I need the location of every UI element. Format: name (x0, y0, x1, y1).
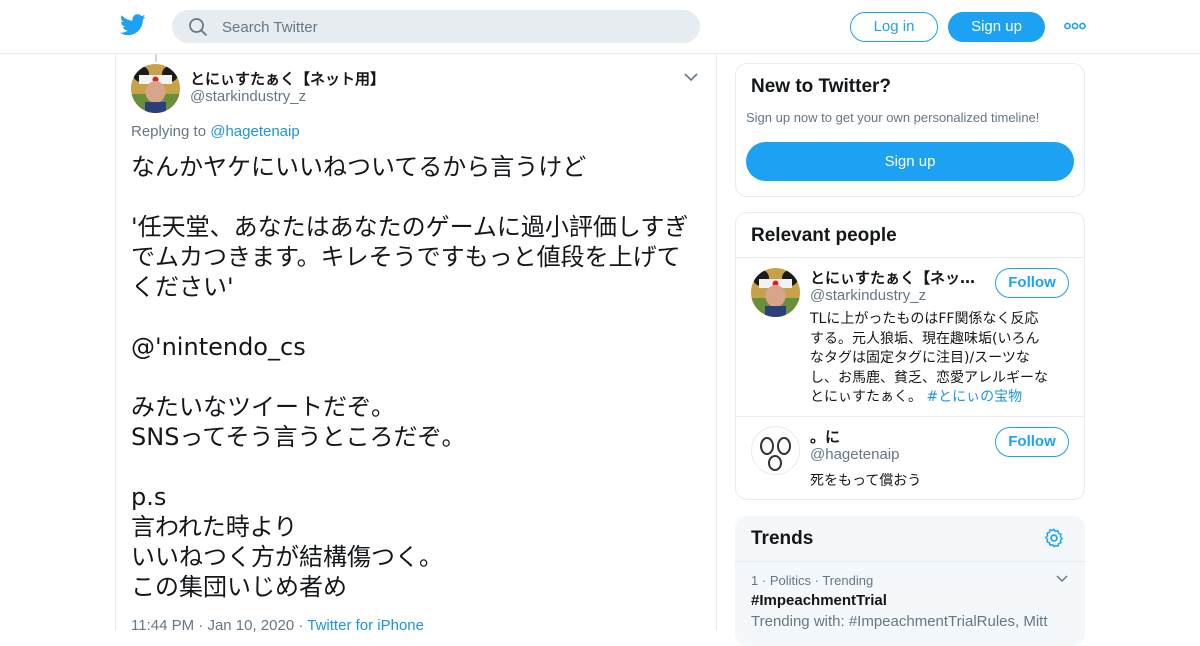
person-bio: TLに上がったものはFF関係なく反応 する。元人狼垢、現在趣味垢(いろん なタグ… (810, 310, 1072, 408)
divider (736, 257, 1084, 258)
tweet-time[interactable]: 11:44 PM (131, 617, 194, 634)
twitter-bird-icon[interactable] (120, 14, 146, 36)
tweet-text-line: p.s (131, 483, 167, 511)
replying-to-link[interactable]: @hagetenaip (210, 123, 299, 140)
relevant-people-title: Relevant people (751, 225, 897, 246)
tweet-text-line: '任天堂、あなたはあなたのゲームに過小評価しすぎ (131, 213, 689, 241)
tweet-source[interactable]: Twitter for iPhone (307, 617, 424, 634)
tweet-text-line: @'nintendo_cs (131, 333, 306, 361)
author-handle[interactable]: @starkindustry_z (190, 88, 306, 105)
person-bio: 死をもって償おう (810, 473, 922, 489)
tweet-date[interactable]: Jan 10, 2020 (207, 617, 294, 634)
new-to-twitter-subtitle: Sign up now to get your own personalized… (746, 110, 1040, 125)
trend-rank: 1 (751, 573, 759, 588)
trend-status: Trending (822, 573, 874, 588)
bio-line: なタグは固定タグに注目)/スーツな (810, 350, 1030, 366)
tweet-text-line: でムカつきます。キレそうですもっと値段を上げて (131, 243, 681, 271)
new-to-twitter-title: New to Twitter? (751, 76, 892, 97)
tweet-text-line: いいねつく方が結構傷つく。 (131, 543, 443, 571)
bio-text: とにぃすたぁく。 (810, 389, 922, 405)
person-name[interactable]: 。に (810, 426, 840, 447)
tweet-text-line: ください' (131, 273, 234, 301)
author-name[interactable]: とにぃすたぁく【ネット用】 (190, 68, 385, 89)
hashtag-link[interactable]: #とにぃの宝物 (926, 389, 1022, 405)
sidebar-signup-button[interactable]: Sign up (746, 142, 1074, 181)
follow-button[interactable]: Follow (995, 427, 1069, 457)
trend-name[interactable]: #ImpeachmentTrial (751, 592, 887, 609)
person-name[interactable]: とにぃすたぁく【ネット用】 (810, 267, 990, 288)
more-dots-icon[interactable] (1064, 20, 1086, 32)
trends-title: Trends (751, 528, 814, 549)
person-handle[interactable]: @starkindustry_z (810, 287, 926, 304)
search-icon (189, 18, 207, 36)
person-avatar[interactable] (751, 268, 800, 317)
follow-button[interactable]: Follow (995, 268, 1069, 298)
tweet-text-line: この集団いじめ者め (131, 573, 347, 601)
divider (735, 561, 1085, 562)
bio-line: TLに上がったものはFF関係なく反応 (810, 311, 1039, 327)
chevron-down-icon[interactable] (1055, 574, 1069, 584)
signup-button[interactable]: Sign up (948, 12, 1045, 42)
trend-category: Politics (769, 573, 811, 588)
divider (736, 416, 1084, 417)
tweet-text-line: みたいなツイートだぞ。 (131, 393, 395, 421)
person-handle[interactable]: @hagetenaip (810, 446, 899, 463)
bio-line: とにぃすたぁく。 #とにぃの宝物 (810, 388, 1072, 408)
tweet-text-line: SNSってそう言うところだぞ。 (131, 423, 466, 451)
login-button[interactable]: Log in (850, 12, 938, 42)
chevron-down-icon[interactable] (683, 71, 699, 83)
tweet-text-line: なんかヤケにいいねついてるから言うけど (131, 153, 587, 181)
trend-related: Trending with: #ImpeachmentTrialRules, M… (751, 613, 1048, 630)
bio-line: する。元人狼垢、現在趣味垢(いろん (810, 330, 1040, 347)
person-avatar[interactable] (751, 426, 800, 475)
author-avatar[interactable] (131, 64, 180, 113)
tweet-text-line: 言われた時より (131, 513, 298, 541)
replying-prefix: Replying to (131, 123, 207, 140)
tweet-metadata: 11:44 PM · Jan 10, 2020 · Twitter for iP… (131, 617, 424, 634)
replying-to: Replying to @hagetenaip (131, 123, 300, 140)
bio-line: し、お馬鹿、貧乏、恋愛アレルギーな (810, 369, 1048, 386)
search-input[interactable] (222, 17, 682, 37)
thread-connector (155, 54, 157, 62)
gear-icon[interactable] (1043, 527, 1065, 549)
trend-meta: 1 · Politics · Trending (751, 573, 874, 588)
